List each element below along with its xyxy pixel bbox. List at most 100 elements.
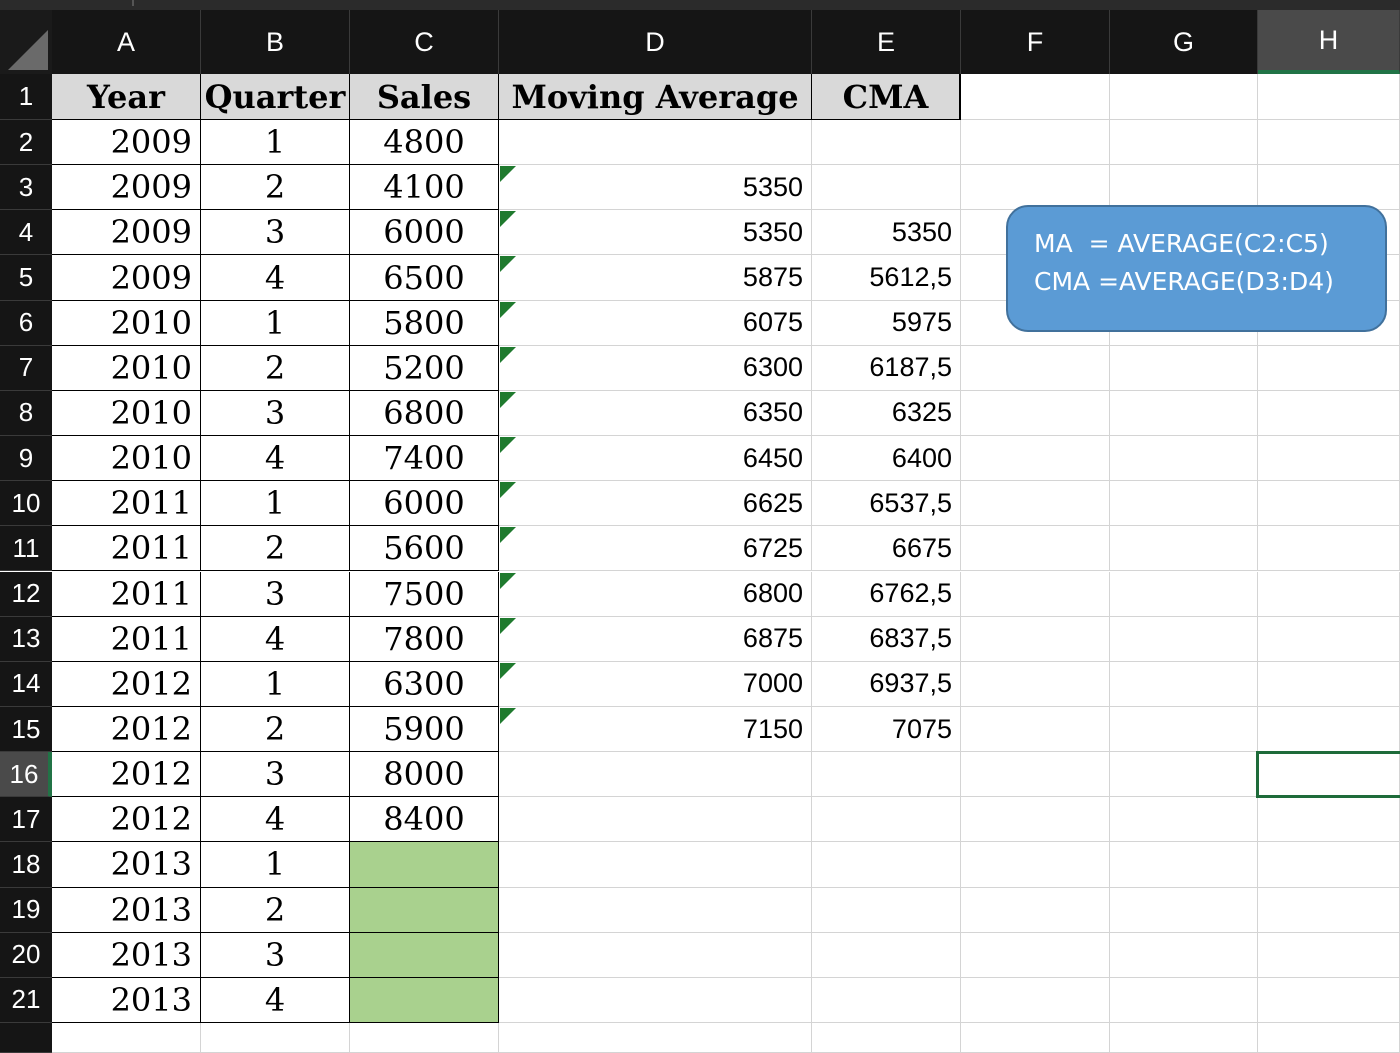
- cell-empty-f[interactable]: [961, 797, 1110, 843]
- cell-partial-row-22[interactable]: [350, 1023, 499, 1053]
- row-header-8[interactable]: 8: [0, 390, 52, 437]
- cell-quarter[interactable]: 4: [201, 797, 350, 843]
- cell-quarter[interactable]: 2: [201, 887, 350, 933]
- cell-cma[interactable]: 6762,5: [812, 571, 961, 617]
- cell-empty-g[interactable]: [1110, 752, 1258, 798]
- cell-partial-row-22[interactable]: [201, 1023, 350, 1053]
- cell-empty-g[interactable]: [1110, 526, 1258, 572]
- sheet-tab-stub[interactable]: [0, 0, 134, 6]
- cell-cma[interactable]: 6537,5: [812, 481, 961, 527]
- cell-sales[interactable]: 6000: [350, 481, 499, 527]
- cell-cma[interactable]: 7075: [812, 706, 961, 753]
- cell-partial-row-22[interactable]: [499, 1023, 812, 1053]
- cell-empty-g[interactable]: [1110, 390, 1258, 437]
- cell-quarter[interactable]: 3: [201, 390, 350, 437]
- cell-partial-row-22[interactable]: [961, 1023, 1110, 1053]
- cell-empty-g[interactable]: [1110, 481, 1258, 527]
- cell-moving-average[interactable]: 5350: [499, 210, 812, 256]
- cell-quarter[interactable]: 2: [201, 345, 350, 391]
- cell-cma[interactable]: 6837,5: [812, 616, 961, 662]
- cell-sales[interactable]: 5800: [350, 300, 499, 346]
- row-header-13[interactable]: 13: [0, 616, 52, 662]
- cell-empty-r1-h[interactable]: [1258, 74, 1400, 120]
- cell-empty-h[interactable]: [1258, 887, 1400, 933]
- cell-cma[interactable]: [812, 165, 961, 211]
- cell-empty-h[interactable]: [1258, 390, 1400, 437]
- cell-empty-h[interactable]: [1258, 661, 1400, 707]
- cell-empty-f[interactable]: [961, 887, 1110, 933]
- cell-sales-forecast[interactable]: [350, 932, 499, 978]
- formula-error-indicator-icon[interactable]: [500, 482, 516, 499]
- cell-moving-average[interactable]: [499, 752, 812, 798]
- cell-quarter[interactable]: 3: [201, 932, 350, 978]
- cell-year[interactable]: 2011: [52, 481, 201, 527]
- cell-quarter[interactable]: 4: [201, 255, 350, 301]
- cell-cma[interactable]: [812, 977, 961, 1023]
- cell-quarter[interactable]: 1: [201, 300, 350, 346]
- cell-empty-g[interactable]: [1110, 887, 1258, 933]
- cell-quarter[interactable]: 1: [201, 120, 350, 166]
- cell-year[interactable]: 2010: [52, 300, 201, 346]
- cell-year[interactable]: 2009: [52, 255, 201, 301]
- cell-moving-average[interactable]: 6075: [499, 300, 812, 346]
- cell-sales[interactable]: 5900: [350, 706, 499, 753]
- cell-empty-f[interactable]: [961, 481, 1110, 527]
- cell-moving-average[interactable]: 7150: [499, 706, 812, 753]
- cell-sales-forecast[interactable]: [350, 842, 499, 888]
- column-header-a[interactable]: A: [52, 10, 201, 74]
- cell-empty-h[interactable]: [1258, 120, 1400, 166]
- cell-cma[interactable]: [812, 932, 961, 978]
- table-header-sales[interactable]: Sales: [350, 74, 499, 120]
- table-header-cma[interactable]: CMA: [812, 74, 961, 120]
- cell-moving-average[interactable]: 5350: [499, 165, 812, 211]
- cell-moving-average[interactable]: 6875: [499, 616, 812, 662]
- cell-sales[interactable]: 4100: [350, 165, 499, 211]
- cell-sales[interactable]: 7500: [350, 571, 499, 617]
- cell-moving-average[interactable]: [499, 887, 812, 933]
- cell-empty-g[interactable]: [1110, 120, 1258, 166]
- row-header-10[interactable]: 10: [0, 481, 52, 527]
- cell-empty-g[interactable]: [1110, 706, 1258, 753]
- cell-empty-h[interactable]: [1258, 165, 1400, 211]
- cell-moving-average[interactable]: 6350: [499, 390, 812, 437]
- formula-error-indicator-icon[interactable]: [500, 617, 516, 634]
- cell-cma[interactable]: 5975: [812, 300, 961, 346]
- cell-empty-f[interactable]: [961, 932, 1110, 978]
- cell-empty-f[interactable]: [961, 526, 1110, 572]
- row-header-4[interactable]: 4: [0, 210, 52, 256]
- formula-error-indicator-icon[interactable]: [500, 346, 516, 363]
- cell-quarter[interactable]: 4: [201, 436, 350, 482]
- formula-error-indicator-icon[interactable]: [500, 301, 516, 318]
- cell-year[interactable]: 2013: [52, 887, 201, 933]
- cell-empty-g[interactable]: [1110, 977, 1258, 1023]
- cell-empty-h[interactable]: [1258, 436, 1400, 482]
- cell-empty-h[interactable]: [1258, 481, 1400, 527]
- cell-quarter[interactable]: 1: [201, 842, 350, 888]
- row-header-12[interactable]: 12: [0, 571, 52, 617]
- cell-moving-average[interactable]: 6800: [499, 571, 812, 617]
- cell-sales[interactable]: 6300: [350, 661, 499, 707]
- cell-year[interactable]: 2012: [52, 797, 201, 843]
- cell-empty-h[interactable]: [1258, 526, 1400, 572]
- row-header-2[interactable]: 2: [0, 120, 52, 166]
- cell-quarter[interactable]: 2: [201, 526, 350, 572]
- cell-cma[interactable]: [812, 752, 961, 798]
- row-header-3[interactable]: 3: [0, 165, 52, 211]
- cell-sales[interactable]: 6800: [350, 390, 499, 437]
- cell-year[interactable]: 2012: [52, 752, 201, 798]
- cell-empty-g[interactable]: [1110, 797, 1258, 843]
- cell-partial-row-22[interactable]: [1258, 1023, 1400, 1053]
- cell-year[interactable]: 2011: [52, 526, 201, 572]
- formula-error-indicator-icon[interactable]: [500, 707, 516, 724]
- cell-quarter[interactable]: 3: [201, 571, 350, 617]
- formula-error-indicator-icon[interactable]: [500, 527, 516, 544]
- cell-moving-average[interactable]: 6625: [499, 481, 812, 527]
- row-header-15[interactable]: 15: [0, 706, 52, 753]
- cell-empty-f[interactable]: [961, 390, 1110, 437]
- cell-cma[interactable]: 6325: [812, 390, 961, 437]
- cell-cma[interactable]: 6187,5: [812, 345, 961, 391]
- cell-partial-row-22[interactable]: [812, 1023, 961, 1053]
- cell-year[interactable]: 2011: [52, 616, 201, 662]
- cell-sales[interactable]: 4800: [350, 120, 499, 166]
- cell-sales-forecast[interactable]: [350, 977, 499, 1023]
